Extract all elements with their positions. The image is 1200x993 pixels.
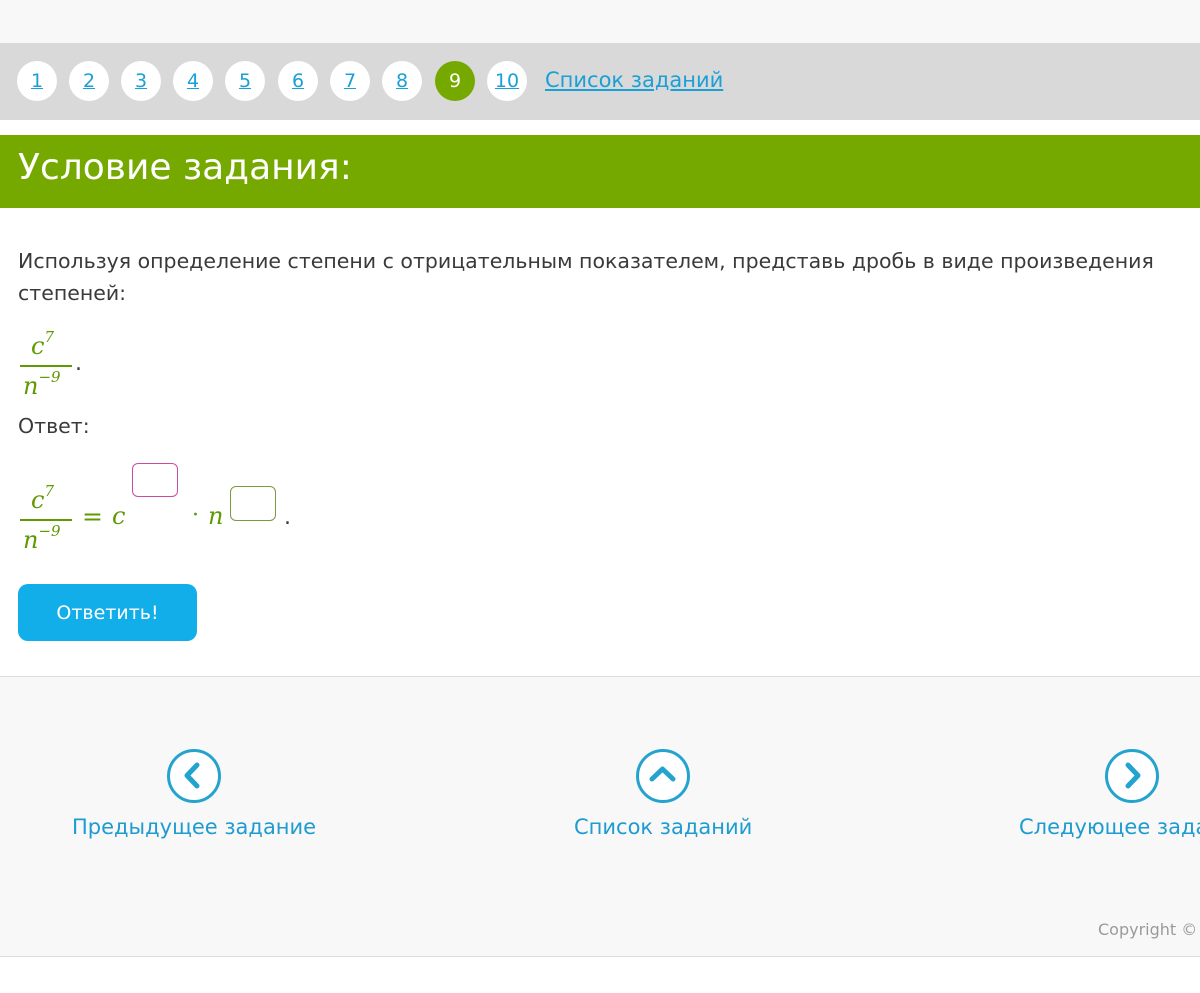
- submit-answer-button[interactable]: Ответить!: [18, 584, 197, 641]
- chevron-left-icon: [167, 749, 221, 803]
- answer-denominator-base: n: [23, 526, 39, 554]
- answer-fraction-numerator: c7: [31, 484, 54, 515]
- answer-numerator-exponent: 7: [44, 482, 54, 500]
- task-navigation: 1 2 3 4 5 6 7 8 9 10 Список заданий: [0, 43, 1200, 120]
- task-fraction-period: .: [75, 351, 82, 376]
- exponent-c-input[interactable]: [132, 463, 178, 497]
- chevron-up-icon: [636, 749, 690, 803]
- denominator-exponent: −9: [38, 368, 61, 386]
- answer-denominator-exponent: −9: [38, 522, 61, 540]
- task-link-1[interactable]: 1: [17, 61, 57, 101]
- task-link-3[interactable]: 3: [121, 61, 161, 101]
- page-title: Условие задания:: [18, 147, 352, 188]
- task-link-6[interactable]: 6: [278, 61, 318, 101]
- task-link-7[interactable]: 7: [330, 61, 370, 101]
- answer-base-n: n: [208, 502, 224, 530]
- answer-numerator-base: c: [31, 486, 45, 514]
- answer-label: Ответ:: [18, 414, 90, 438]
- chevron-right-icon: [1105, 749, 1159, 803]
- numerator-exponent: 7: [44, 328, 54, 346]
- answer-period: .: [284, 505, 291, 530]
- copyright-text: Copyright ©: [1098, 920, 1198, 939]
- task-list-link[interactable]: Список заданий: [545, 68, 723, 92]
- previous-task-label[interactable]: Предыдущее задание: [72, 815, 316, 839]
- task-list-footer-label[interactable]: Список заданий: [574, 815, 752, 839]
- task-link-9-current[interactable]: 9: [435, 61, 475, 101]
- task-statement: Используя определение степени с отрицате…: [18, 249, 1154, 305]
- top-strip: [0, 0, 1200, 43]
- fraction-numerator: c7: [31, 330, 54, 361]
- task-link-2[interactable]: 2: [69, 61, 109, 101]
- equals-sign: =: [82, 502, 103, 531]
- answer-fraction-bar: [20, 519, 72, 521]
- answer-fraction-denominator: n−9: [23, 524, 61, 555]
- footer: Предыдущее задание Список заданий Следую…: [0, 676, 1200, 957]
- fraction-bar: [20, 365, 72, 367]
- multiply-dot: ·: [192, 503, 199, 528]
- next-task-label[interactable]: Следующее задание: [1019, 815, 1200, 839]
- denominator-base: n: [23, 372, 39, 400]
- numerator-base: c: [31, 332, 45, 360]
- answer-base-c: c: [112, 502, 126, 530]
- task-link-8[interactable]: 8: [382, 61, 422, 101]
- task-link-4[interactable]: 4: [173, 61, 213, 101]
- exponent-n-input[interactable]: [230, 486, 276, 521]
- task-link-5[interactable]: 5: [225, 61, 265, 101]
- task-link-10[interactable]: 10: [487, 61, 527, 101]
- task-condition-header: Условие задания:: [0, 135, 1200, 208]
- fraction-denominator: n−9: [23, 370, 61, 401]
